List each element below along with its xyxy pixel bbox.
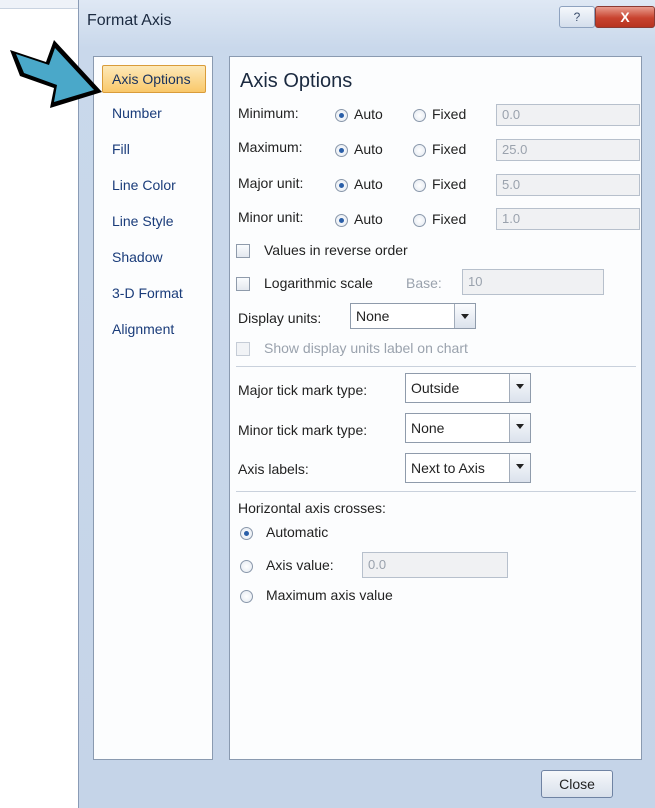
major-unit-auto-radio[interactable] (335, 179, 348, 192)
minimum-label: Minimum: (238, 105, 299, 121)
format-axis-dialog: Format Axis ? X Axis Options Number Fill… (78, 0, 655, 808)
maximum-auto-label: Auto (354, 141, 383, 157)
sidebar-item-fill[interactable]: Fill (102, 135, 206, 163)
display-units-value: None (356, 308, 390, 324)
crosses-title: Horizontal axis crosses: (238, 500, 386, 516)
crosses-max-label: Maximum axis value (266, 587, 393, 603)
axis-options-panel: Axis Options Minimum: Auto Fixed 0.0 Max… (229, 56, 642, 760)
values-reverse-checkbox[interactable] (236, 244, 250, 258)
sidebar-item-shadow[interactable]: Shadow (102, 243, 206, 271)
maximum-fixed-label: Fixed (432, 141, 467, 157)
base-value-input[interactable]: 10 (462, 269, 604, 295)
log-scale-label: Logarithmic scale (264, 275, 373, 291)
minimum-auto-label: Auto (354, 106, 383, 122)
arrow-right-icon (10, 40, 102, 108)
major-tick-value: Outside (411, 380, 460, 396)
values-reverse-label: Values in reverse order (264, 242, 408, 258)
sidebar-item-axis-options[interactable]: Axis Options (102, 65, 206, 93)
close-button[interactable]: Close (541, 770, 613, 798)
show-units-label-checkbox[interactable] (236, 342, 250, 356)
minor-unit-auto-radio[interactable] (335, 214, 348, 227)
axis-labels-label: Axis labels: (238, 461, 309, 477)
maximum-fixed-radio[interactable] (413, 144, 426, 157)
crosses-automatic-radio[interactable] (240, 527, 253, 540)
major-unit-fixed-label: Fixed (432, 176, 467, 192)
minor-unit-label: Minor unit: (238, 209, 304, 225)
minimum-auto-radio[interactable] (335, 109, 348, 122)
sidebar-item-line-style[interactable]: Line Style (102, 207, 206, 235)
major-tick-label: Major tick mark type: (238, 382, 368, 398)
major-unit-fixed-radio[interactable] (413, 179, 426, 192)
minor-unit-auto-label: Auto (354, 211, 383, 227)
minor-tick-value: None (411, 420, 445, 436)
separator (236, 491, 636, 492)
title-bar: Format Axis ? X (79, 0, 655, 46)
minimum-value-input[interactable]: 0.0 (496, 104, 640, 126)
base-label: Base: (406, 275, 442, 291)
axis-labels-select[interactable]: Next to Axis (405, 453, 531, 483)
help-button[interactable]: ? (559, 6, 595, 28)
maximum-value-input[interactable]: 25.0 (496, 139, 640, 161)
chevron-down-icon[interactable] (454, 304, 475, 328)
display-units-label: Display units: (238, 310, 322, 326)
minimum-fixed-radio[interactable] (413, 109, 426, 122)
crosses-automatic-label: Automatic (266, 524, 329, 540)
chevron-down-icon[interactable] (509, 374, 530, 402)
sidebar-item-number[interactable]: Number (102, 99, 206, 127)
crosses-axis-value-label: Axis value: (266, 557, 334, 573)
minor-unit-fixed-label: Fixed (432, 211, 467, 227)
major-unit-auto-label: Auto (354, 176, 383, 192)
sidebar-item-alignment[interactable]: Alignment (102, 315, 206, 343)
major-unit-label: Major unit: (238, 175, 304, 191)
maximum-auto-radio[interactable] (335, 144, 348, 157)
major-unit-value-input[interactable]: 5.0 (496, 174, 640, 196)
chevron-down-icon[interactable] (509, 414, 530, 442)
window-close-button[interactable]: X (595, 6, 655, 28)
separator (236, 366, 636, 367)
sidebar-item-line-color[interactable]: Line Color (102, 171, 206, 199)
minimum-fixed-label: Fixed (432, 106, 467, 122)
show-units-label-text: Show display units label on chart (264, 340, 468, 356)
sidebar-item-3d-format[interactable]: 3-D Format (102, 279, 206, 307)
minor-tick-label: Minor tick mark type: (238, 422, 368, 438)
minor-unit-fixed-radio[interactable] (413, 214, 426, 227)
dialog-title: Format Axis (87, 12, 172, 29)
minor-unit-value-input[interactable]: 1.0 (496, 208, 640, 230)
crosses-axis-value-radio[interactable] (240, 560, 253, 573)
panel-title: Axis Options (240, 70, 353, 92)
minor-tick-select[interactable]: None (405, 413, 531, 443)
category-sidebar: Axis Options Number Fill Line Color Line… (93, 56, 213, 760)
chevron-down-icon[interactable] (509, 454, 530, 482)
display-units-select[interactable]: None (350, 303, 476, 329)
log-scale-checkbox[interactable] (236, 277, 250, 291)
maximum-label: Maximum: (238, 139, 303, 155)
crosses-max-radio[interactable] (240, 590, 253, 603)
major-tick-select[interactable]: Outside (405, 373, 531, 403)
axis-labels-value: Next to Axis (411, 460, 485, 476)
crosses-axis-value-input[interactable]: 0.0 (362, 552, 508, 578)
